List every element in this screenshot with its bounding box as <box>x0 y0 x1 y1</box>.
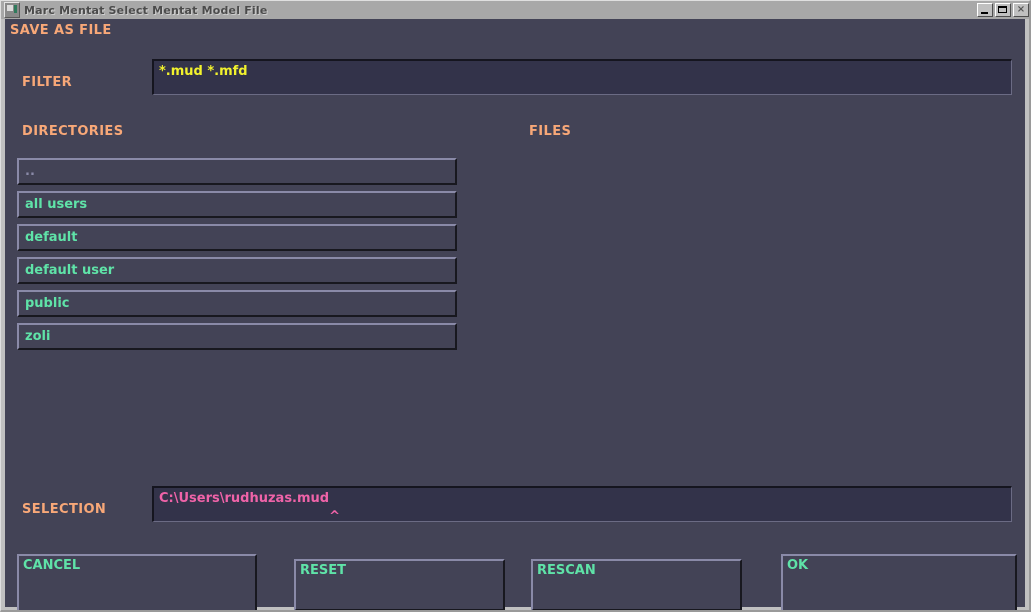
directories-list: .. all users default default user public… <box>17 158 457 356</box>
directories-label: DIRECTORIES <box>22 124 124 139</box>
reset-button[interactable]: RESET <box>294 559 505 610</box>
application-window: Marc Mentat Select Mentat Model File × S… <box>0 0 1031 612</box>
page-title: SAVE AS FILE <box>10 23 112 38</box>
ok-button[interactable]: OK <box>781 554 1017 610</box>
cancel-button[interactable]: CANCEL <box>17 554 257 610</box>
window-title: Marc Mentat Select Mentat Model File <box>24 3 268 17</box>
close-icon[interactable]: × <box>1013 3 1029 17</box>
files-list[interactable] <box>524 158 1016 348</box>
files-label: FILES <box>529 124 572 139</box>
maximize-icon[interactable] <box>995 3 1011 17</box>
list-item[interactable]: default user <box>17 257 457 284</box>
titlebar[interactable]: Marc Mentat Select Mentat Model File × <box>1 1 1029 19</box>
application-window-icon <box>4 2 20 18</box>
list-item[interactable]: all users <box>17 191 457 218</box>
filter-label: FILTER <box>22 75 73 90</box>
save-as-file-dialog: SAVE AS FILE FILTER *.mud *.mfd DIRECTOR… <box>5 19 1025 610</box>
list-item[interactable]: default <box>17 224 457 251</box>
minimize-icon[interactable] <box>977 3 993 17</box>
selection-input[interactable]: C:\Users\rudhuzas.mud <box>152 486 1012 522</box>
window-controls: × <box>977 3 1029 17</box>
list-item[interactable]: public <box>17 290 457 317</box>
rescan-button[interactable]: RESCAN <box>531 559 742 610</box>
selection-value: C:\Users\rudhuzas.mud <box>159 491 330 506</box>
list-item[interactable]: zoli <box>17 323 457 350</box>
filter-input[interactable]: *.mud *.mfd <box>152 59 1012 95</box>
selection-label: SELECTION <box>22 502 107 517</box>
list-item[interactable]: .. <box>17 158 457 185</box>
